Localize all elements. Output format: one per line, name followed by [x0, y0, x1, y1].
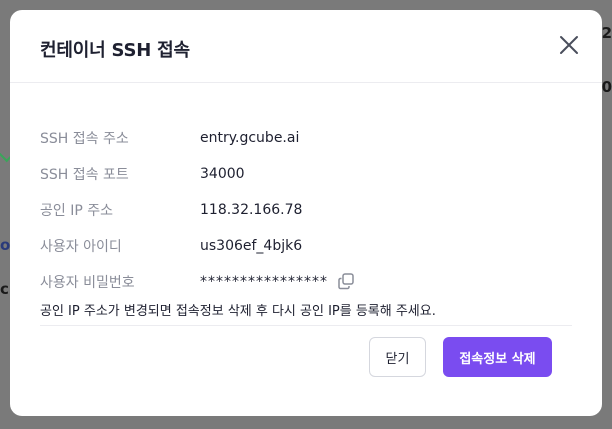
- connection-info-list: SSH 접속 주소 entry.gcube.ai SSH 접속 포트 34000…: [40, 120, 580, 300]
- info-value: 34000: [200, 166, 245, 182]
- delete-connection-button[interactable]: 접속정보 삭제: [443, 337, 552, 377]
- backdrop-text: 2: [601, 24, 612, 42]
- copy-password-button[interactable]: [336, 272, 356, 292]
- info-row-public-ip: 공인 IP 주소 118.32.166.78: [40, 192, 580, 228]
- info-row-ssh-address: SSH 접속 주소 entry.gcube.ai: [40, 120, 580, 156]
- info-value: entry.gcube.ai: [200, 130, 300, 146]
- divider: [40, 325, 572, 326]
- info-row-ssh-port: SSH 접속 포트 34000: [40, 156, 580, 192]
- info-label: SSH 접속 포트: [40, 167, 129, 183]
- info-value: 118.32.166.78: [200, 202, 303, 218]
- close-button[interactable]: [558, 34, 580, 56]
- info-value: us306ef_4bjk6: [200, 238, 303, 254]
- backdrop-text: c: [0, 280, 9, 298]
- close-modal-button[interactable]: 닫기: [369, 337, 426, 377]
- info-row-user-id: 사용자 아이디 us306ef_4bjk6: [40, 228, 580, 264]
- info-label: 사용자 아이디: [40, 239, 122, 255]
- modal-title: 컨테이너 SSH 접속: [40, 40, 190, 61]
- copy-icon: [338, 273, 354, 290]
- info-label: SSH 접속 주소: [40, 131, 129, 147]
- info-row-user-password: 사용자 비밀번호 ****************: [40, 264, 580, 300]
- password-value: ****************: [200, 274, 328, 290]
- ssh-connect-modal: 컨테이너 SSH 접속 SSH 접속 주소 entry.gcube.ai SSH…: [10, 10, 602, 416]
- info-label: 사용자 비밀번호: [40, 275, 135, 291]
- close-icon: [560, 36, 578, 54]
- info-label: 공인 IP 주소: [40, 203, 113, 219]
- modal-header: 컨테이너 SSH 접속: [10, 10, 602, 83]
- backdrop-text: 0: [601, 78, 612, 96]
- ip-change-notice: 공인 IP 주소가 변경되면 접속정보 삭제 후 다시 공인 IP를 등록해 주…: [40, 304, 436, 319]
